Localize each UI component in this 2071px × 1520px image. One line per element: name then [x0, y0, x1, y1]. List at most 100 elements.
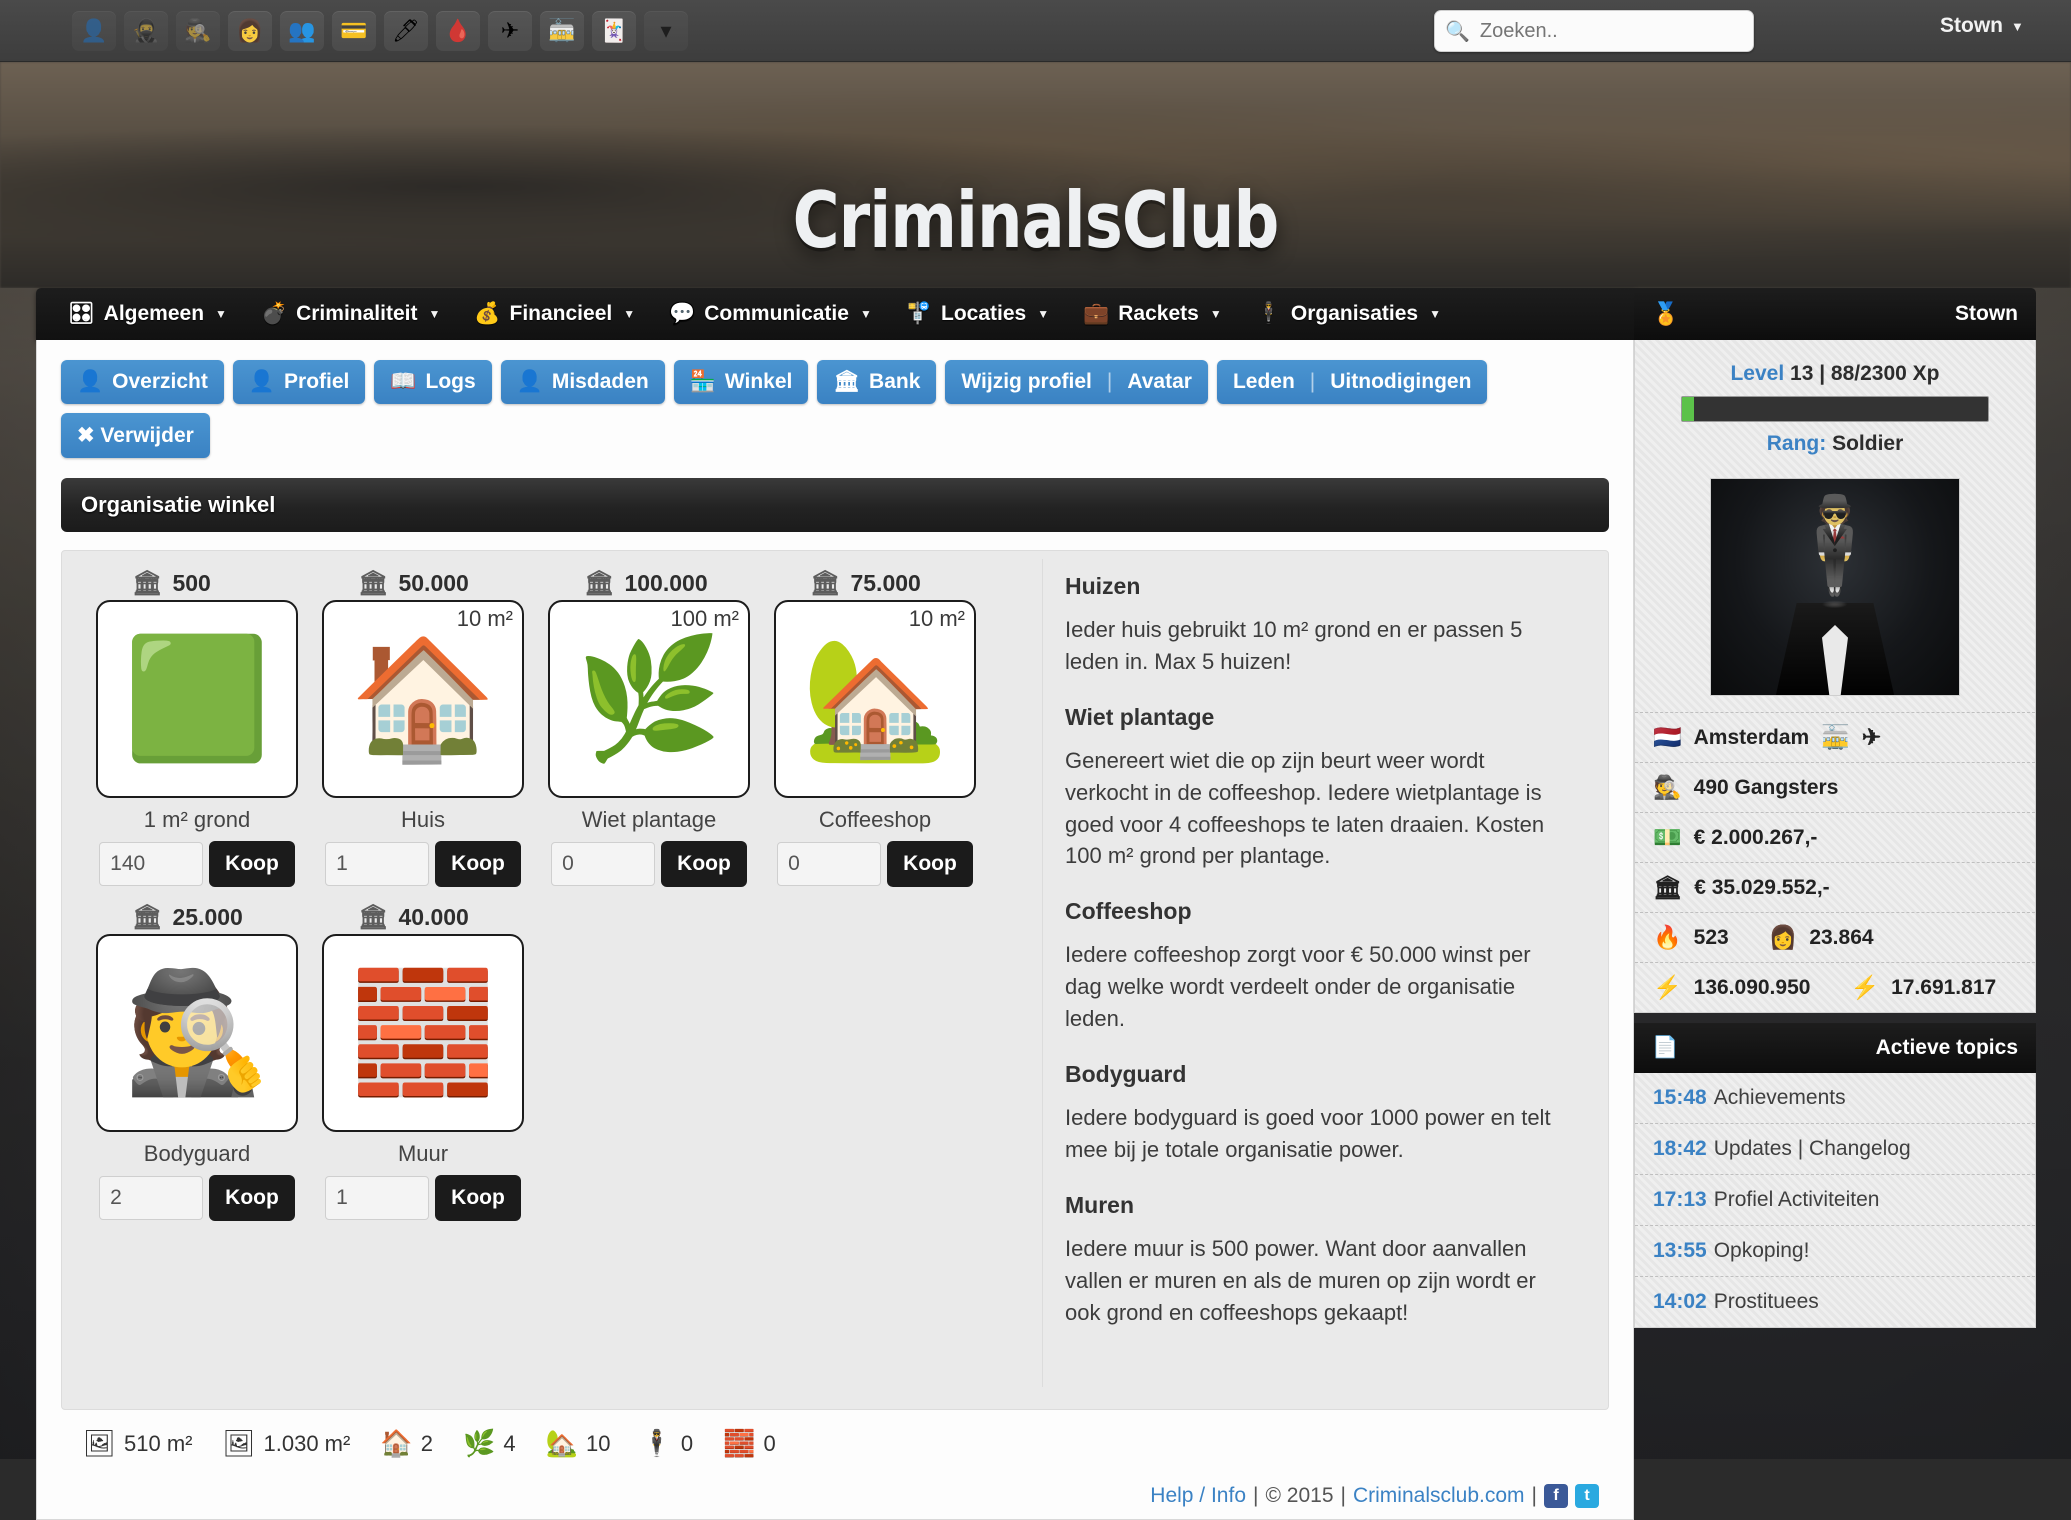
nav-organisaties-label: Organisaties — [1290, 302, 1419, 325]
thumb-coffeeshop[interactable]: 🏡 10 m² — [774, 600, 976, 798]
coffeeshops-value: 10 — [585, 1430, 611, 1456]
nav-financieel[interactable]: 💰 Financieel ▼ — [460, 296, 649, 332]
ninja-icon[interactable]: 🥷 — [124, 10, 168, 51]
tram-icon[interactable]: 🚋 — [540, 10, 584, 51]
topic-item[interactable]: 18:42 Updates | Changelog — [1635, 1123, 2035, 1174]
chevron-down-icon: ▼ — [859, 307, 872, 321]
tab-verwijder[interactable]: ✖ Verwijder — [61, 413, 210, 458]
thumb-wiet-plantage[interactable]: 🌿 100 m² — [548, 600, 750, 798]
buy-grond-button[interactable]: Koop — [209, 841, 295, 887]
tab-group-members-part-1[interactable]: Uitnodigingen — [1330, 370, 1471, 394]
tab-misdaden[interactable]: 👤 Misdaden — [500, 360, 665, 404]
label-huis: Huis — [400, 807, 445, 832]
topic-title: Profiel Activiteiten — [1713, 1188, 1880, 1211]
buy-coffeeshop-button[interactable]: Koop — [887, 841, 973, 887]
page-title: Organisatie winkel — [81, 492, 276, 517]
nav-algemeen-icon: 🎛 — [68, 302, 95, 325]
desc-body-3: Iedere bodyguard is goed voor 1000 power… — [1065, 1105, 1551, 1162]
tab-profiel-icon: 👤 — [248, 370, 276, 393]
topic-time: 18:42 — [1653, 1137, 1707, 1160]
nav-rackets[interactable]: 💼 Rackets ▼ — [1069, 296, 1236, 332]
buy-wiet-plantage-button[interactable]: Koop — [661, 841, 747, 887]
nav-criminaliteit[interactable]: 💣 Criminaliteit ▼ — [247, 296, 454, 332]
tab-group-members[interactable]: Leden | Uitnodigingen — [1216, 360, 1488, 404]
detective-icon[interactable]: 🕵 — [176, 10, 220, 51]
qty-grond[interactable] — [99, 842, 204, 886]
qty-bodyguard[interactable] — [99, 1176, 204, 1220]
tab-group-profile-part-1[interactable]: Avatar — [1127, 370, 1192, 394]
desc-body-2: Iedere coffeeshop zorgt voor € 50.000 wi… — [1065, 942, 1531, 1032]
qty-muur[interactable] — [325, 1176, 430, 1220]
nav-algemeen[interactable]: 🎛 Algemeen ▼ — [54, 296, 241, 332]
desc-title-0: Huizen — [1065, 573, 1141, 599]
help-info-link[interactable]: Help / Info — [1150, 1484, 1246, 1508]
qty-coffeeshop[interactable] — [777, 842, 882, 886]
tab-bank[interactable]: 🏛 Bank — [817, 360, 937, 404]
huis-icon: 🏠 — [349, 633, 497, 765]
desc-body-0: Ieder huis gebruikt 10 m² grond en er pa… — [1065, 617, 1523, 674]
travel-icon-0[interactable]: 🚋 — [1821, 724, 1850, 751]
tab-group-profile[interactable]: Wijzig profiel | Avatar — [945, 360, 1208, 404]
nav-communicatie-icon: 💬 — [669, 302, 696, 325]
nav-communicatie[interactable]: 💬 Communicatie ▼ — [655, 296, 886, 332]
twitter-icon[interactable]: t — [1575, 1484, 1599, 1508]
playing-card-icon[interactable]: 🃏 — [592, 10, 636, 51]
buyrow-grond: Koop — [99, 841, 295, 887]
topic-item[interactable]: 17:13 Profiel Activiteiten — [1635, 1174, 2035, 1225]
search-box[interactable]: 🔍 — [1434, 10, 1754, 52]
bodyguards-icon: 🕴 — [640, 1428, 673, 1458]
qty-wiet-plantage[interactable] — [551, 842, 656, 886]
nav-organisaties[interactable]: 🕴 Organisaties ▼ — [1242, 296, 1455, 332]
thumb-huis[interactable]: 🏠 10 m² — [322, 600, 524, 798]
woman-icon[interactable]: 👩 — [228, 10, 272, 51]
topic-item[interactable]: 15:48 Achievements — [1635, 1073, 2035, 1123]
topic-item[interactable]: 13:55 Opkoping! — [1635, 1225, 2035, 1276]
tab-group-profile-part-0[interactable]: Wijzig profiel — [961, 370, 1091, 394]
buy-huis-button[interactable]: Koop — [435, 841, 521, 887]
buyrow-bodyguard: Koop — [99, 1175, 295, 1221]
user-dark-icon[interactable]: 👤 — [72, 10, 116, 51]
account-menu[interactable]: Stown ▼ — [1940, 14, 2024, 38]
blood-bag-icon[interactable]: 🩸 — [436, 10, 480, 51]
tab-overzicht[interactable]: 👤 Overzicht — [61, 360, 224, 404]
tab-profiel[interactable]: 👤 Profiel — [232, 360, 366, 404]
tab-bank-icon: 🏛 — [833, 370, 861, 393]
people-icon[interactable]: 👥 — [280, 10, 324, 51]
chevron-down-icon: ▼ — [1429, 307, 1441, 321]
tab-logs[interactable]: 📖 Logs — [374, 360, 492, 404]
thumb-bodyguard[interactable]: 🕵 — [96, 934, 298, 1132]
label-wiet-plantage: Wiet plantage — [581, 807, 717, 832]
level-value: 13 | 88/2300 Xp — [1790, 362, 1940, 385]
buyrow-coffeeshop: Koop — [777, 841, 973, 887]
nav-locaties[interactable]: 🚏 Locaties ▼ — [892, 296, 1063, 332]
facebook-icon[interactable]: f — [1544, 1484, 1568, 1508]
item-row-2: 🕵 Bodyguard Koop 🧱 Muur Koop — [84, 934, 1026, 1221]
airplane-icon[interactable]: ✈ — [488, 10, 532, 51]
tab-group-members-part-0[interactable]: Leden — [1233, 370, 1295, 394]
sidebar-body: Level 13 | 88/2300 Xp Rang: Soldier 🕴 🇳🇱… — [1634, 340, 2036, 1013]
nav-algemeen-label: Algemeen — [103, 302, 205, 325]
dropdown-icon[interactable]: ▾ — [644, 10, 688, 51]
qty-huis[interactable] — [325, 842, 430, 886]
buy-muur-button[interactable]: Koop — [435, 1175, 521, 1221]
topic-item[interactable]: 14:02 Prostituees — [1635, 1276, 2035, 1327]
tab-winkel[interactable]: 🏪 Winkel — [673, 360, 809, 404]
thumb-muur[interactable]: 🧱 — [322, 934, 524, 1132]
price-wiet-plantage-value: 100.000 — [624, 570, 708, 596]
thumb-grond[interactable]: 🟩 — [96, 600, 298, 798]
topic-time: 14:02 — [1653, 1290, 1707, 1313]
credit-card-icon[interactable]: 💳 — [332, 10, 376, 51]
power-icon2: ⚡ — [1850, 974, 1880, 1000]
buy-bodyguard-button[interactable]: Koop — [209, 1175, 295, 1221]
pencil-icon[interactable]: 🖊 — [384, 10, 428, 51]
search-input[interactable] — [1477, 18, 1743, 44]
avatar[interactable]: 🕴 — [1710, 478, 1960, 696]
travel-icon-1[interactable]: ✈ — [1862, 724, 1881, 751]
search-icon: 🔍 — [1445, 20, 1470, 43]
price-muur: 🏛 40.000 — [310, 903, 536, 932]
shop-item-coffeeshop: 🏡10 m² Coffeeshop Koop — [762, 600, 988, 887]
xp-progress-fill — [1682, 397, 1695, 421]
site-link[interactable]: Criminalsclub.com — [1353, 1484, 1525, 1508]
bank-icon: 🏛 — [132, 570, 163, 597]
topic-title: Opkoping! — [1713, 1239, 1810, 1262]
